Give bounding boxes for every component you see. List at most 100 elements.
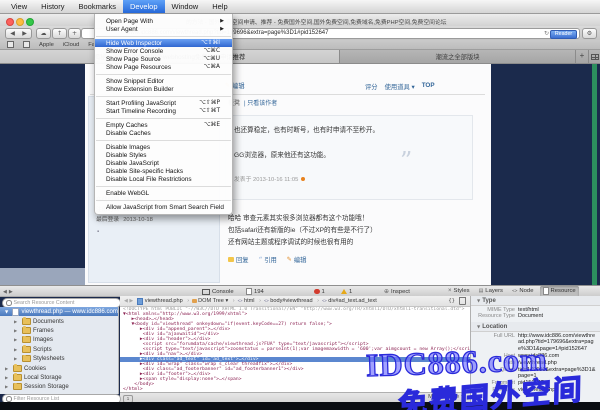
location-section-header[interactable]: ▼ Location [471,322,600,332]
permalink-icon[interactable] [301,177,305,181]
detail-value: Document [518,313,600,320]
develop-menu-item[interactable]: Empty Caches ⌥⌘E [95,121,232,129]
develop-menu-item[interactable]: Start Timeline Recording ⌥⇧⌘T [95,107,232,115]
zoom-window-button[interactable] [26,18,34,26]
inspector-nav-arrows[interactable]: ◀ ▶ [3,286,13,297]
disclosure-triangle-icon[interactable]: ▶ [14,319,19,324]
develop-menu-item[interactable]: Show Snippet Editor [95,77,232,85]
type-section-header[interactable]: ▼ Type [471,296,600,306]
resource-tree-row[interactable]: ▼ viewthread.php — www.idc886.com [0,307,118,316]
top-link[interactable]: TOP [422,82,435,91]
inspector-forward-icon[interactable]: ▶ [9,289,13,295]
new-tab-toolbar-button[interactable]: + [68,28,81,39]
new-tab-button[interactable]: + [576,50,589,63]
crumb-nav-icons[interactable]: ◀ ▶ [124,298,133,304]
minimize-window-button[interactable] [16,18,24,26]
menubar-item[interactable]: Bookmarks [71,0,123,13]
close-window-button[interactable] [6,18,14,26]
browser-toolbar: ◀ ▶ ☁ ↑ + www.idc886.com/viewthread.php?… [0,26,600,41]
menu-item-shortcut: ⌥⌘C [203,48,220,54]
breadcrumb-item[interactable]: body#viewthread [264,298,322,304]
breadcrumb-item[interactable]: html [238,298,264,304]
disclosure-triangle-icon[interactable]: ▶ [5,366,10,371]
inspector-back-icon[interactable]: ◀ [3,289,7,295]
resource-tree-row[interactable]: ▶ Stylesheets [0,354,118,363]
develop-menu-item[interactable]: Start Profiling JavaScript ⌥⇧⌘P [95,99,232,107]
detail-sidebar-tab[interactable]: Layers [476,286,506,297]
develop-menu-item[interactable]: Hide Web Inspector ⌥⇧⌘I [95,39,232,47]
resource-tree-row[interactable]: ▶ Documents [0,316,118,325]
menubar-item[interactable]: View [4,0,34,13]
develop-menu-item[interactable]: Enable WebGL [95,189,232,197]
develop-menu-item[interactable] [96,74,231,75]
develop-menu-item[interactable] [96,36,231,37]
resource-tree-row[interactable]: ▶ Session Storage [0,382,118,391]
bookmark-list-icon[interactable] [23,41,30,48]
warning-count: 1 [349,289,352,295]
reader-button[interactable]: Reader [550,30,577,39]
detail-sidebar-tab[interactable]: Resource [540,286,579,297]
develop-menu-item[interactable]: Disable Site-specific Hacks [95,167,232,175]
detail-sidebar-tab[interactable]: Styles [445,286,473,297]
reload-icon[interactable]: ↻ [544,30,549,37]
detail-sidebar-tab[interactable]: Node [509,286,537,297]
tools-link[interactable]: 使用道具 ▾ [385,82,415,91]
share-button[interactable]: ↑ [52,28,67,39]
show-all-tabs-button[interactable] [589,50,600,63]
resource-tree-row[interactable]: ▶ Local Storage [0,373,118,382]
develop-menu-item[interactable]: Show Extension Builder [95,85,232,93]
develop-menu-item[interactable]: Allow JavaScript from Smart Search Field [95,203,232,211]
develop-menu-item[interactable]: Disable Caches [95,129,232,137]
resource-tree-row[interactable]: ▶ Images [0,335,118,344]
develop-menu-item[interactable] [96,96,231,97]
resource-tree-row[interactable]: ▶ Cookies [0,363,118,372]
tab-inactive[interactable]: 潮流之全部版块 [340,50,576,63]
disclosure-triangle-icon[interactable]: ▶ [14,337,19,342]
downloads-gear-button[interactable]: ⚙ [582,28,597,39]
develop-menu-item[interactable]: User Agent ▶ [95,25,232,33]
resource-tree-row[interactable]: ▶ Frames [0,326,118,335]
bookmark-item[interactable]: Apple [39,42,54,48]
quote-time-text: 发表于 2013-10-16 11:05 [234,174,298,183]
develop-menu-item[interactable]: Show Error Console ⌥⌘C [95,47,232,55]
develop-menu-item[interactable]: Show Page Resources ⌥⌘A [95,63,232,71]
breadcrumb-item[interactable]: DOM Tree ▾ [192,298,238,304]
disclosure-triangle-icon[interactable]: ▶ [14,328,19,333]
develop-menu-item[interactable] [96,140,231,141]
only-author-link[interactable]: | 只看该作者 [244,98,277,107]
breadcrumb-item[interactable]: viewthread.php [137,298,192,305]
disclosure-triangle-icon[interactable]: ▶ [14,347,19,352]
bookmark-grid-icon[interactable] [7,41,14,48]
stat-dot: ▪ [97,229,99,235]
develop-menu-item[interactable] [96,118,231,119]
score-link[interactable]: 评分 [365,82,378,91]
icloud-tabs-button[interactable]: ☁ [36,28,51,39]
develop-menu-item[interactable]: Disable Local File Restrictions [95,175,232,183]
disclosure-triangle-icon[interactable]: ▶ [5,384,10,389]
menubar-item[interactable]: History [34,0,71,13]
disclosure-triangle-icon[interactable]: ▶ [5,375,10,380]
menubar-item[interactable]: Help [205,0,234,13]
reply-action-link[interactable]: 编辑 [287,255,307,264]
reply-action-link[interactable]: 回复 [228,255,249,264]
develop-menu-item[interactable] [96,186,231,187]
disclosure-triangle-icon[interactable]: ▶ [14,356,19,361]
bookmark-item[interactable]: iCloud [63,42,79,48]
develop-menu-item[interactable]: Show Page Source ⌥⌘U [95,55,232,63]
breadcrumb-item[interactable]: div#ad_text.ad_text [322,298,377,304]
resource-tree-row[interactable]: ▶ Scripts [0,345,118,354]
forward-button[interactable]: ▶ [18,28,32,39]
menubar-item[interactable]: Window [165,0,206,13]
develop-menu-item[interactable]: Open Page With ▶ [95,17,232,25]
detail-label: Resource Type [471,313,518,320]
develop-menu-item[interactable]: Disable Images [95,143,232,151]
pretty-print-icon[interactable]: {} [448,298,455,304]
trash-icon[interactable] [459,297,466,305]
reply-action-link[interactable]: 引用 [259,255,277,264]
disclosure-triangle-icon[interactable]: ▼ [5,309,10,314]
develop-menu-item[interactable]: Disable Styles [95,151,232,159]
menubar-item[interactable]: Develop [123,0,165,13]
develop-menu-item[interactable]: Disable JavaScript [95,159,232,167]
detail-tab-icon [479,288,484,294]
develop-menu-item[interactable] [96,200,231,201]
